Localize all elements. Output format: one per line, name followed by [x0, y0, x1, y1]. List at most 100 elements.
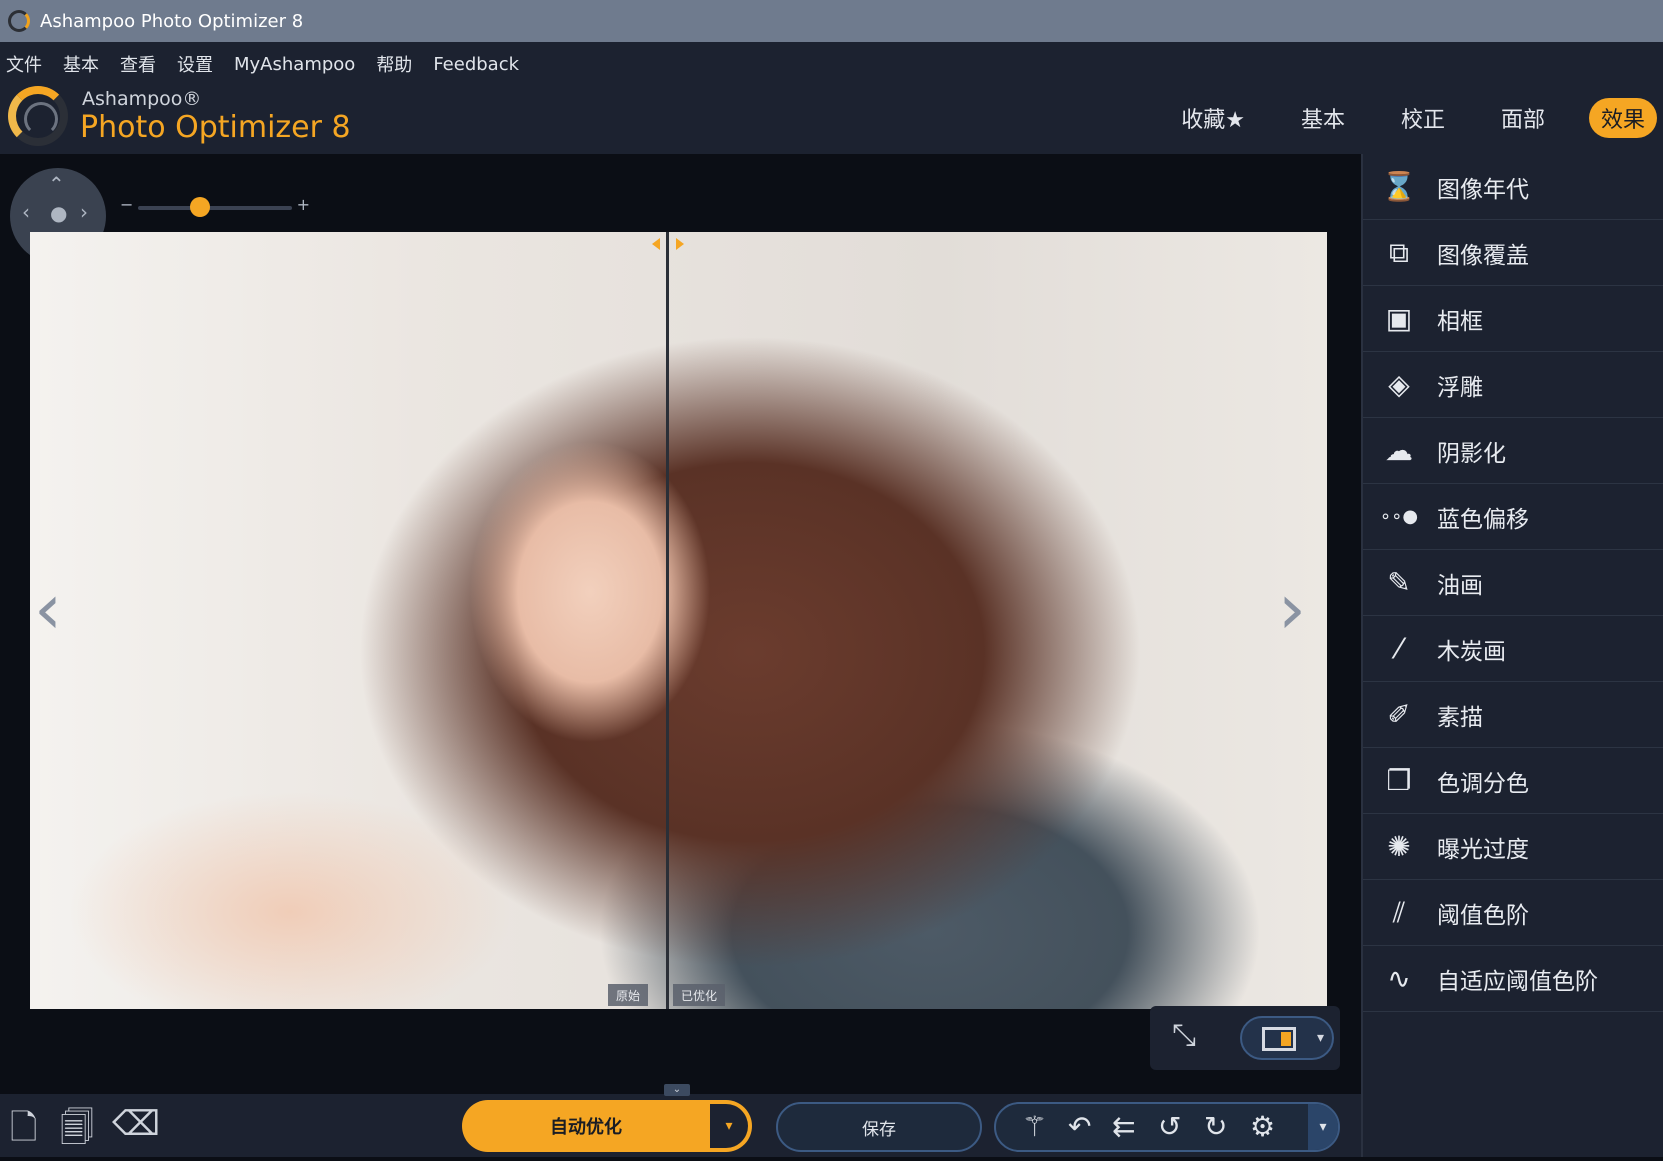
- brush-icon: ✎: [1387, 566, 1411, 599]
- previous-image-icon[interactable]: ‹: [34, 574, 62, 644]
- effect-label: 色调分色: [1437, 770, 1529, 797]
- effect-label: 阴影化: [1437, 440, 1506, 467]
- charcoal-icon: ⁄: [1396, 632, 1402, 665]
- compare-mode-button[interactable]: ▾: [1240, 1016, 1334, 1060]
- effect-posterize[interactable]: ❐ 色调分色: [1363, 748, 1663, 814]
- frame-icon: ▣: [1385, 302, 1413, 335]
- zoom-knob[interactable]: [189, 197, 210, 217]
- tab-basic[interactable]: 基本: [1289, 98, 1357, 138]
- overexposure-icon: ✺: [1387, 830, 1411, 863]
- effect-label: 素描: [1437, 704, 1483, 731]
- overlay-icon: ⧉: [1389, 235, 1409, 269]
- effect-shadow[interactable]: ☁ 阴影化: [1363, 418, 1663, 484]
- zoom-in-icon[interactable]: +: [297, 195, 310, 214]
- effect-label: 相框: [1437, 308, 1483, 335]
- window-title: Ashampoo Photo Optimizer 8: [40, 10, 304, 32]
- title-bar: Ashampoo Photo Optimizer 8: [0, 0, 1663, 42]
- menu-feedback[interactable]: Feedback: [433, 54, 519, 75]
- pan-right-icon[interactable]: ›: [80, 200, 88, 224]
- optimized-label: 已优化: [673, 984, 726, 1006]
- effect-label: 蓝色偏移: [1437, 506, 1529, 533]
- add-file-icon[interactable]: 🗋: [10, 1104, 37, 1161]
- collapse-panel-icon[interactable]: ⌄: [664, 1084, 690, 1096]
- effect-label: 曝光过度: [1437, 836, 1529, 863]
- logo-product: Photo Optimizer 8: [80, 110, 351, 145]
- effect-label: 浮雕: [1437, 374, 1483, 401]
- chevron-down-icon[interactable]: ▾: [710, 1104, 748, 1148]
- effect-adaptive-threshold[interactable]: ∿ 自适应阈值色阶: [1363, 946, 1663, 1012]
- save-button[interactable]: 保存: [776, 1102, 982, 1152]
- effect-image-overlay[interactable]: ⧉ 图像覆盖: [1363, 220, 1663, 286]
- fit-view-icon[interactable]: ⤡: [1172, 1018, 1196, 1053]
- auto-optimize-button[interactable]: 自动优化 ▾: [462, 1100, 752, 1152]
- effect-sketch[interactable]: ✐ 素描: [1363, 682, 1663, 748]
- zoom-out-icon[interactable]: −: [120, 195, 133, 214]
- menu-settings[interactable]: 设置: [177, 51, 213, 77]
- divider-right-handle-icon[interactable]: [676, 238, 684, 250]
- clear-list-icon[interactable]: ⌫: [112, 1104, 160, 1144]
- magic-wand-icon[interactable]: ⚚: [1022, 1110, 1047, 1143]
- logo-icon: [8, 86, 68, 146]
- effect-emboss[interactable]: ◈ 浮雕: [1363, 352, 1663, 418]
- effect-blue-shift[interactable]: ∘∘● 蓝色偏移: [1363, 484, 1663, 550]
- image-canvas: ⌃ ‹ ● › ⌄ − + 原始 已优化 ‹ › ⤡ ▾: [0, 154, 1361, 1094]
- emboss-icon: ◈: [1388, 368, 1410, 401]
- adaptive-threshold-icon: ∿: [1387, 962, 1411, 995]
- tab-correction[interactable]: 校正: [1389, 98, 1457, 138]
- pan-left-icon[interactable]: ‹: [22, 200, 30, 224]
- effect-oil-painting[interactable]: ✎ 油画: [1363, 550, 1663, 616]
- view-controls: ⤡ ▾: [1150, 1006, 1340, 1070]
- rotate-right-icon[interactable]: ↻: [1204, 1110, 1227, 1143]
- effect-charcoal[interactable]: ⁄ 木炭画: [1363, 616, 1663, 682]
- posterize-icon: ❐: [1386, 764, 1412, 797]
- pan-center-icon[interactable]: ●: [50, 201, 67, 225]
- tab-face[interactable]: 面部: [1489, 98, 1557, 138]
- tab-favorites[interactable]: 收藏★: [1169, 98, 1257, 138]
- photo-preview[interactable]: 原始 已优化: [30, 232, 1327, 1009]
- effect-threshold[interactable]: ⫽ 阈值色阶: [1363, 880, 1663, 946]
- next-image-icon[interactable]: ›: [1278, 574, 1306, 644]
- chevron-down-icon[interactable]: ▾: [1308, 1104, 1338, 1150]
- hourglass-icon: ⌛: [1381, 170, 1417, 203]
- menu-help[interactable]: 帮助: [376, 51, 412, 77]
- auto-optimize-label: 自动优化: [550, 1117, 622, 1138]
- effect-label: 自适应阈值色阶: [1437, 968, 1598, 995]
- split-view-icon: [1262, 1027, 1296, 1051]
- edit-tools-group: ⚚ ↶ ⇇ ↺ ↻ ⚙ ▾: [994, 1102, 1340, 1152]
- header: Ashampoo® Photo Optimizer 8 收藏★ 基本 校正 面部…: [0, 86, 1663, 154]
- menu-myashampoo[interactable]: MyAshampoo: [234, 54, 355, 75]
- rotate-left-icon[interactable]: ↺: [1158, 1110, 1181, 1143]
- effects-panel: ⌛ 图像年代 ⧉ 图像覆盖 ▣ 相框 ◈ 浮雕 ☁ 阴影化 ∘∘● 蓝色偏移 ✎…: [1361, 154, 1663, 1157]
- original-label: 原始: [608, 984, 649, 1006]
- effect-label: 油画: [1437, 572, 1483, 599]
- effect-frame[interactable]: ▣ 相框: [1363, 286, 1663, 352]
- menu-file[interactable]: 文件: [6, 51, 42, 77]
- app-icon: [8, 10, 30, 32]
- pencil-icon: ✐: [1387, 698, 1411, 731]
- zoom-slider[interactable]: − +: [120, 195, 310, 217]
- menu-view[interactable]: 查看: [120, 51, 156, 77]
- settings-icon[interactable]: ⚙: [1250, 1110, 1275, 1143]
- effect-image-age[interactable]: ⌛ 图像年代: [1363, 154, 1663, 220]
- tab-effects[interactable]: 效果: [1588, 98, 1657, 138]
- blue-shift-icon: ∘∘●: [1379, 506, 1419, 527]
- threshold-icon: ⫽: [1392, 895, 1406, 929]
- pan-up-icon[interactable]: ⌃: [48, 172, 65, 196]
- undo-all-icon[interactable]: ⇇: [1112, 1110, 1135, 1143]
- divider-left-handle-icon[interactable]: [652, 238, 660, 250]
- undo-icon[interactable]: ↶: [1068, 1110, 1091, 1143]
- add-folder-icon[interactable]: 🗐: [60, 1104, 94, 1161]
- effect-overexposure[interactable]: ✺ 曝光过度: [1363, 814, 1663, 880]
- chevron-down-icon[interactable]: ▾: [1317, 1030, 1324, 1046]
- effect-label: 阈值色阶: [1437, 902, 1529, 929]
- zoom-track[interactable]: [138, 206, 292, 210]
- effect-label: 图像覆盖: [1437, 242, 1529, 269]
- app-window: Ashampoo Photo Optimizer 8 文件 基本 查看 设置 M…: [0, 0, 1663, 1157]
- bottom-toolbar: ⌄ 🗋 🗐 ⌫ 自动优化 ▾ 保存 ⚚ ↶ ⇇ ↺ ↻ ⚙ ▾: [0, 1084, 1361, 1157]
- menu-basic[interactable]: 基本: [63, 51, 99, 77]
- shadow-icon: ☁: [1385, 434, 1413, 467]
- compare-divider[interactable]: [666, 232, 669, 1009]
- menu-bar: 文件 基本 查看 设置 MyAshampoo 帮助 Feedback: [0, 42, 1663, 86]
- effect-label: 木炭画: [1437, 638, 1506, 665]
- category-tabs: 收藏★ 基本 校正 面部 效果: [1137, 98, 1657, 138]
